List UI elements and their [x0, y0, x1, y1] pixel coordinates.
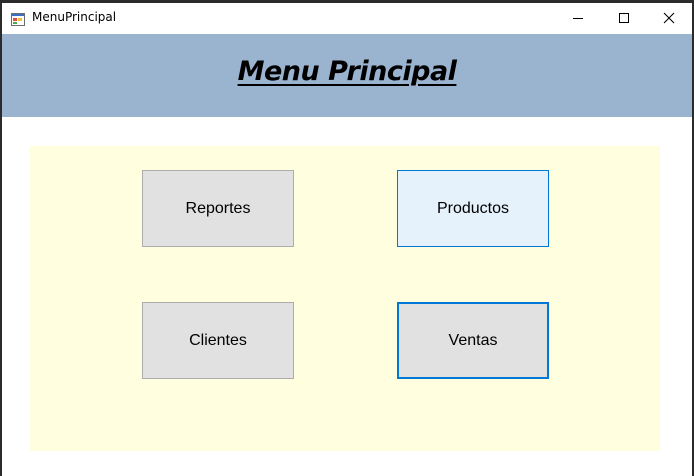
close-icon — [663, 9, 675, 28]
title-bar[interactable]: MenuPrincipal — [2, 3, 692, 33]
productos-button[interactable]: Productos — [397, 170, 549, 247]
form-app-icon — [11, 11, 25, 26]
close-button[interactable] — [646, 3, 692, 33]
maximize-icon — [618, 9, 630, 28]
clientes-button[interactable]: Clientes — [142, 302, 294, 379]
reportes-button[interactable]: Reportes — [142, 170, 294, 247]
menu-panel — [30, 146, 660, 451]
maximize-button[interactable] — [601, 3, 647, 33]
minimize-button[interactable] — [555, 3, 601, 33]
window-title: MenuPrincipal — [32, 10, 117, 24]
ventas-button[interactable]: Ventas — [397, 302, 549, 379]
header-banner: Menu Principal — [2, 34, 692, 117]
page-title: Menu Principal — [237, 56, 457, 87]
minimize-icon — [572, 9, 584, 28]
main-window: MenuPrincipal Menu Principal Reportes Pr… — [2, 3, 692, 476]
